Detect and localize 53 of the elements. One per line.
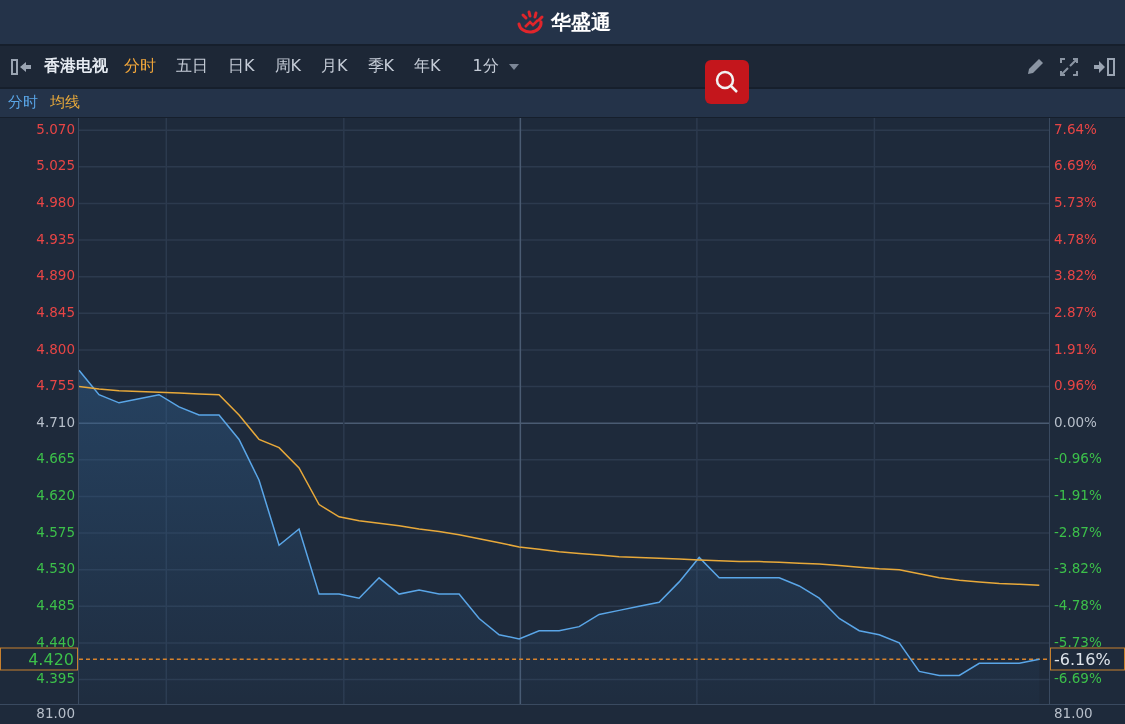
percent-axis-label: 1.91%	[1054, 342, 1097, 357]
percent-axis-label: 5.73%	[1054, 196, 1097, 210]
fullscreen-icon[interactable]	[1059, 56, 1079, 77]
period-tab[interactable]: 周K	[274, 56, 301, 78]
period-tab[interactable]: 日K	[228, 56, 255, 78]
price-axis-label: 4.800	[36, 342, 75, 357]
current-percent-label: -6.16%	[1050, 647, 1125, 671]
percent-axis-label: 0.00%	[1054, 416, 1097, 430]
legend-label: 分时	[8, 93, 38, 113]
price-axis-label: 4.620	[36, 489, 75, 503]
volume-axis-label: 81.00	[1053, 705, 1094, 724]
price-axis-label: 4.530	[36, 562, 75, 577]
stock-name: 香港电视	[44, 56, 108, 78]
price-axis-label: 4.395	[36, 672, 75, 686]
period-tab[interactable]: 月K	[321, 56, 348, 78]
percent-axis-label: -0.96%	[1054, 452, 1102, 467]
percent-axis-label: -5.73%	[1054, 635, 1102, 650]
price-axis-label: 4.485	[36, 599, 75, 613]
price-axis-label: 4.845	[36, 306, 75, 320]
percent-axis-label: 6.69%	[1054, 159, 1097, 174]
percent-axis-label: 7.64%	[1054, 123, 1097, 137]
period-tab[interactable]: 五日	[176, 56, 208, 78]
caret-icon	[508, 63, 519, 70]
price-axis-label: 4.710	[36, 416, 75, 430]
current-price-label: 4.420	[0, 647, 78, 671]
price-axis-label: 4.575	[36, 525, 75, 540]
percent-axis-label: -4.78%	[1054, 599, 1102, 613]
percent-axis-label: -6.69%	[1054, 672, 1102, 686]
period-tab[interactable]: 年K	[414, 56, 441, 78]
percent-axis-label: -1.91%	[1054, 489, 1102, 503]
price-axis-label: 4.755	[36, 379, 75, 393]
exit-panel-icon[interactable]	[1093, 56, 1117, 77]
brand-name: 华盛通	[550, 8, 611, 36]
percent-axis-label: -2.87%	[1054, 525, 1102, 540]
price-axis-label: 4.440	[36, 635, 75, 650]
percent-axis-label: 0.96%	[1054, 379, 1097, 393]
percent-axis-label: -3.82%	[1054, 562, 1102, 577]
percent-axis-label: 3.82%	[1054, 269, 1097, 284]
period-tab[interactable]: 分时	[124, 56, 156, 78]
price-axis-label: 4.890	[36, 269, 75, 284]
percent-axis-label: 2.87%	[1054, 306, 1097, 320]
legend-label: 均线	[50, 93, 80, 113]
price-axis-label: 5.025	[36, 159, 75, 174]
price-axis-label: 4.980	[36, 196, 75, 210]
period-tab[interactable]: 季K	[367, 56, 394, 78]
search-button[interactable]	[705, 60, 749, 104]
price-axis-label: 4.935	[36, 232, 75, 247]
interval-dropdown[interactable]: 1分	[472, 56, 519, 78]
volume-axis-label: 81.00	[35, 705, 76, 724]
percent-axis-label: 4.78%	[1054, 232, 1097, 247]
price-axis-label: 5.070	[36, 123, 75, 137]
pencil-icon[interactable]	[1025, 56, 1045, 77]
price-axis-label: 4.665	[36, 452, 75, 467]
